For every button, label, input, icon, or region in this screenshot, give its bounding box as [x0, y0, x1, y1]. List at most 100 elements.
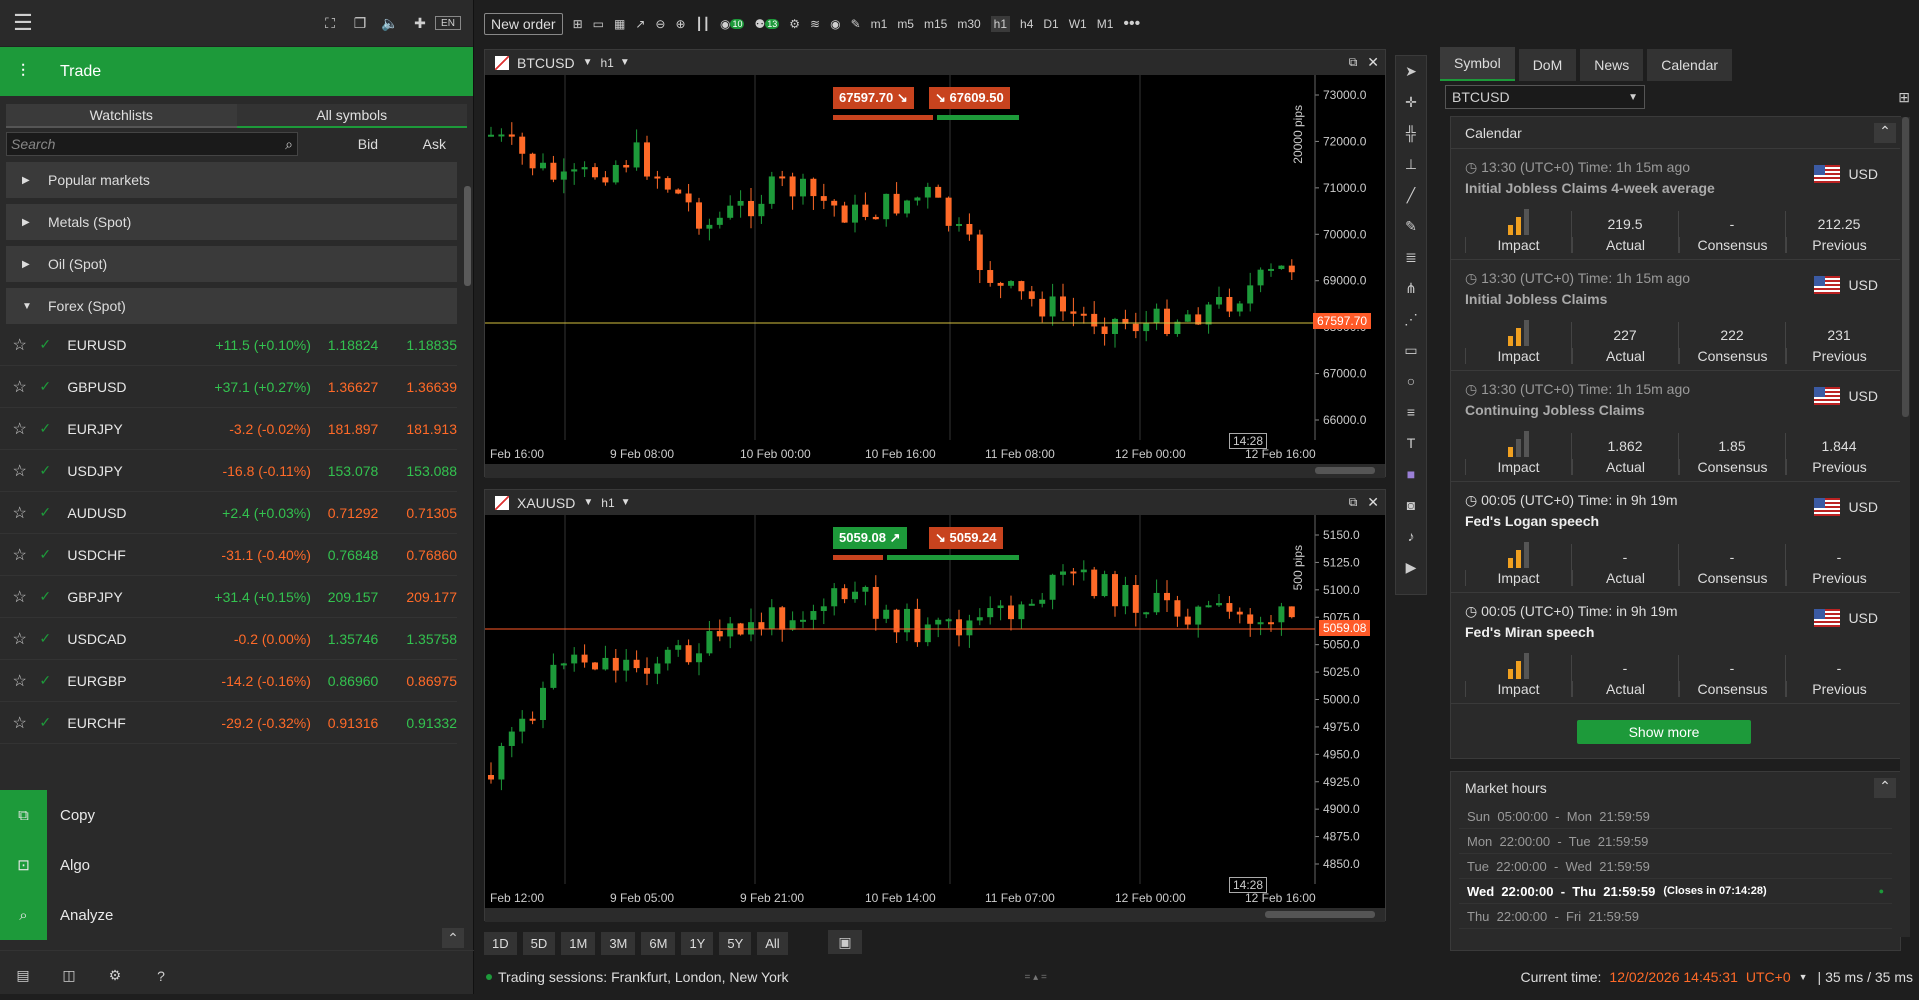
draw-icon[interactable]: ✎	[851, 17, 861, 31]
ask-price[interactable]: 0.71305	[378, 505, 457, 521]
ask-price[interactable]: 181.913	[378, 421, 457, 437]
timeframe-m5[interactable]: m5	[897, 16, 914, 32]
language-button[interactable]: EN	[435, 16, 461, 30]
eye-icon[interactable]: ◉	[830, 17, 840, 31]
search-icon[interactable]: ⌕	[285, 136, 293, 153]
ask-price[interactable]: 1.18835	[378, 337, 457, 353]
collapse-up-icon[interactable]: ⌃	[442, 928, 464, 948]
chart-timeframe[interactable]: h1	[600, 56, 613, 70]
chart-canvas[interactable]: 5150.0 5125.0 5100.0 5075.0 5050.0 5025.0 5000…	[485, 515, 1385, 908]
timeframe-m1[interactable]: m1	[871, 16, 888, 32]
ask-price[interactable]: 209.177	[378, 589, 457, 605]
calendar-event[interactable]: ◷ 13:30 (UTC+0) Time: 1h 15m ago Initial…	[1451, 149, 1900, 260]
sell-button[interactable]: 5059.08 ↗	[833, 527, 907, 549]
group-forex[interactable]: ▼ Forex (Spot)	[6, 288, 457, 324]
ask-price[interactable]: 1.36639	[378, 379, 457, 395]
table-row[interactable]: ☆ ✓ GBPUSD +37.1 (+0.27%) 1.36627 1.3663…	[0, 366, 457, 408]
symbol-name[interactable]: GBPJPY	[67, 589, 179, 605]
table-row[interactable]: ☆ ✓ AUDJPY -9.2 (-0.08%) 109.137 109.155	[0, 744, 457, 746]
timeframe-m30[interactable]: m30	[957, 16, 980, 32]
chevron-down-icon[interactable]: ▼	[583, 57, 593, 68]
buy-button[interactable]: ↘ 67609.50	[929, 87, 1010, 109]
bid-price[interactable]: 153.078	[311, 463, 379, 479]
star-icon[interactable]: ☆	[0, 377, 39, 397]
indicator-icon[interactable]: ↗	[635, 17, 645, 31]
cursor-icon[interactable]: ➤	[1396, 56, 1426, 87]
bid-price[interactable]: 0.71292	[311, 505, 379, 521]
calendar-event[interactable]: ◷ 00:05 (UTC+0) Time: in 9h 19m Fed's Lo…	[1451, 482, 1900, 593]
range-5y[interactable]: 5Y	[719, 931, 752, 955]
timeframe-h1[interactable]: h1	[990, 15, 1011, 32]
nav-analyze[interactable]: ⌕ Analyze	[0, 890, 474, 940]
symbol-name[interactable]: GBPUSD	[67, 379, 179, 395]
nav-algo[interactable]: ⊡ Algo	[0, 840, 474, 890]
star-icon[interactable]: ☆	[0, 335, 39, 355]
zoom-in-icon[interactable]: ⊕	[675, 17, 685, 31]
search-input[interactable]: Search ⌕	[6, 132, 298, 156]
fib-icon[interactable]: ≣	[1396, 242, 1426, 273]
table-row[interactable]: ☆ ✓ EURJPY -3.2 (-0.02%) 181.897 181.913	[0, 408, 457, 450]
bid-price[interactable]: 0.91316	[311, 715, 379, 731]
ask-price[interactable]: 1.35758	[378, 631, 457, 647]
tab-watchlists[interactable]: Watchlists	[6, 104, 237, 128]
trade-section[interactable]: ⫶ Trade	[0, 47, 473, 96]
settings-icon[interactable]: ⚙	[789, 17, 800, 31]
symbol-select[interactable]: BTCUSD ▼	[1445, 85, 1645, 109]
sell-button[interactable]: 67597.70 ↘	[833, 87, 914, 109]
chart-timeframe[interactable]: h1	[601, 496, 614, 510]
rectangle-icon[interactable]: ▭	[1396, 335, 1426, 366]
text-icon[interactable]: T	[1396, 428, 1426, 459]
crosshair-alt-icon[interactable]: ╬	[1396, 118, 1426, 149]
timeframe-D1[interactable]: D1	[1043, 16, 1058, 32]
symbol-name[interactable]: EURUSD	[67, 337, 179, 353]
table-row[interactable]: ☆ ✓ USDCAD -0.2 (0.00%) 1.35746 1.35758	[0, 618, 457, 660]
range-5d[interactable]: 5D	[522, 931, 556, 955]
more-icon[interactable]: •••	[1123, 15, 1140, 33]
tab-symbol[interactable]: Symbol	[1440, 47, 1515, 81]
drag-handle-icon[interactable]: = ▴ =	[1025, 972, 1047, 983]
zoom-out-icon[interactable]: ⊖	[655, 17, 665, 31]
color-icon[interactable]: ■	[1396, 459, 1426, 490]
bell-icon[interactable]: ♪	[1396, 521, 1426, 552]
hamburger-menu-icon[interactable]: ☰	[0, 10, 46, 36]
group-metals[interactable]: ▶ Metals (Spot)	[6, 204, 457, 240]
windows-icon[interactable]: ❐	[345, 15, 375, 32]
chevron-down-icon[interactable]: ▼	[1799, 972, 1808, 982]
gear-icon[interactable]: ⚙	[92, 967, 138, 984]
table-row[interactable]: ☆ ✓ EURCHF -29.2 (-0.32%) 0.91316 0.9133…	[0, 702, 457, 744]
chart-canvas[interactable]: 73000.072000.071000.070000.069000.068000…	[485, 75, 1385, 464]
ask-price[interactable]: 0.76860	[378, 547, 457, 563]
chart-settings-icon[interactable]: ▣	[828, 930, 862, 954]
chart-symbol[interactable]: BTCUSD	[517, 55, 575, 71]
pattern-icon[interactable]: ⋰	[1396, 304, 1426, 335]
add-chart-icon[interactable]: ⊞	[1898, 89, 1910, 106]
nav-copy[interactable]: ⧉ Copy	[0, 790, 474, 840]
play-icon[interactable]: ▶	[1396, 552, 1426, 583]
range-3m[interactable]: 3M	[601, 931, 636, 955]
symbol-name[interactable]: USDJPY	[67, 463, 179, 479]
tab-dom[interactable]: DoM	[1518, 49, 1577, 81]
list-scrollbar[interactable]	[462, 172, 472, 782]
range-1m[interactable]: 1M	[561, 931, 596, 955]
chart-mode-icon[interactable]: ⊞	[573, 17, 583, 31]
show-more-button[interactable]: Show more	[1577, 720, 1751, 744]
symbol-name[interactable]: EURCHF	[67, 715, 179, 731]
ask-price[interactable]: 153.088	[378, 463, 457, 479]
layers-icon[interactable]: ≋	[810, 17, 820, 31]
calendar-event[interactable]: ◷ 13:30 (UTC+0) Time: 1h 15m ago Continu…	[1451, 371, 1900, 482]
new-order-button[interactable]: New order	[484, 12, 563, 35]
bid-price[interactable]: 1.18824	[311, 337, 379, 353]
plugin-icon[interactable]: ✚	[405, 15, 435, 32]
timeframe-W1[interactable]: W1	[1069, 16, 1087, 32]
chevron-down-icon[interactable]: ▼	[621, 497, 631, 508]
symbol-name[interactable]: EURGBP	[67, 673, 179, 689]
star-icon[interactable]: ☆	[0, 713, 39, 733]
levels-icon[interactable]: ≡	[1396, 397, 1426, 428]
popout-icon[interactable]: ⧉	[1349, 55, 1358, 70]
star-icon[interactable]: ☆	[0, 545, 39, 565]
right-scrollbar[interactable]	[1900, 117, 1910, 937]
line-icon[interactable]: ╱	[1396, 180, 1426, 211]
star-icon[interactable]: ☆	[0, 419, 39, 439]
buy-button[interactable]: ↘ 5059.24	[929, 527, 1003, 549]
chevron-down-icon[interactable]: ▼	[620, 57, 630, 68]
